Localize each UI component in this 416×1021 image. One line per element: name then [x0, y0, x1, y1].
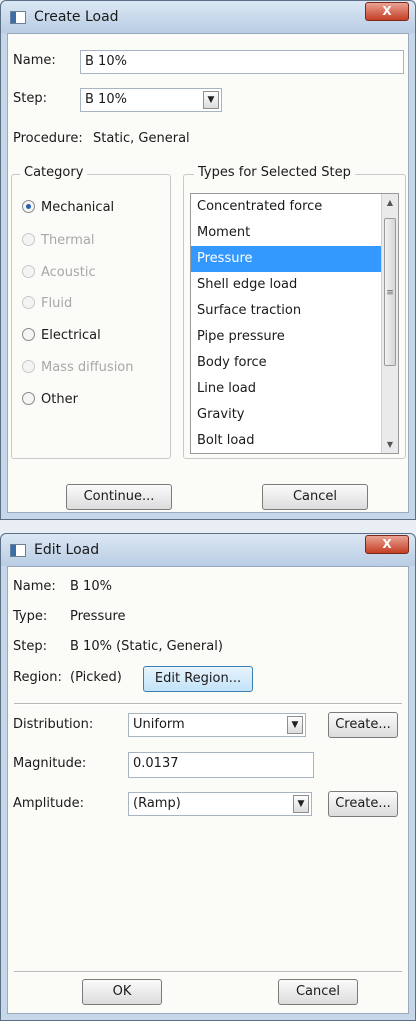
- edit-region-button[interactable]: Edit Region...: [143, 666, 253, 692]
- divider: [14, 703, 402, 705]
- radio-label: Thermal: [41, 233, 95, 248]
- create-amplitude-button[interactable]: Create...: [328, 791, 398, 817]
- list-item[interactable]: Gravity: [191, 402, 398, 428]
- category-group: Category Mechanical Thermal Acoustic Flu…: [11, 165, 171, 459]
- distribution-select[interactable]: Uniform ▼: [128, 713, 306, 737]
- cancel-button[interactable]: Cancel: [262, 484, 368, 510]
- edit-load-dialog: Edit Load X Name: B 10% Type: Pressure S…: [0, 533, 416, 1021]
- magnitude-label: Magnitude:: [13, 756, 87, 771]
- amplitude-select[interactable]: (Ramp) ▼: [128, 792, 312, 816]
- list-item[interactable]: Line load: [191, 376, 398, 402]
- scroll-up-icon[interactable]: ▲: [382, 194, 398, 211]
- list-item[interactable]: Shell edge load: [191, 272, 398, 298]
- type-label: Type:: [13, 609, 48, 624]
- ok-button[interactable]: OK: [82, 979, 162, 1005]
- radio-checked-icon: [22, 200, 35, 213]
- distribution-label: Distribution:: [13, 717, 94, 732]
- radio-label: Other: [41, 392, 78, 407]
- radio-label: Mechanical: [41, 200, 115, 215]
- radio-label: Acoustic: [41, 265, 96, 280]
- radio-label: Fluid: [41, 296, 73, 311]
- radio-acoustic: Acoustic: [22, 265, 96, 285]
- chevron-down-icon[interactable]: ▼: [293, 795, 309, 813]
- radio-mechanical[interactable]: Mechanical: [22, 200, 114, 220]
- radio-icon: [22, 233, 35, 246]
- magnitude-input[interactable]: 0.0137: [128, 752, 314, 778]
- list-item[interactable]: Pipe pressure: [191, 324, 398, 350]
- cancel-button[interactable]: Cancel: [278, 979, 358, 1005]
- types-group: Types for Selected Step Concentrated for…: [183, 165, 406, 459]
- list-item[interactable]: Concentrated force: [191, 194, 398, 220]
- scroll-thumb[interactable]: ≡: [384, 218, 396, 366]
- radio-mass-diffusion: Mass diffusion: [22, 360, 134, 380]
- list-item-selected[interactable]: Pressure: [191, 246, 381, 272]
- radio-icon: [22, 328, 35, 341]
- edit-load-title: Edit Load: [34, 542, 100, 558]
- chevron-down-icon[interactable]: ▼: [287, 716, 303, 734]
- name-label: Name:: [13, 53, 56, 68]
- list-item[interactable]: Bolt load: [191, 428, 398, 453]
- region-label: Region:: [13, 670, 62, 685]
- window-icon: [10, 544, 26, 557]
- create-distribution-button[interactable]: Create...: [328, 712, 398, 738]
- vertical-scrollbar[interactable]: ▲ ≡ ▼: [381, 194, 398, 453]
- procedure-label: Procedure:: [13, 131, 83, 146]
- name-value: B 10%: [70, 579, 112, 594]
- type-value: Pressure: [70, 609, 126, 624]
- radio-icon: [22, 360, 35, 373]
- radio-fluid: Fluid: [22, 296, 72, 316]
- radio-icon: [22, 265, 35, 278]
- radio-electrical[interactable]: Electrical: [22, 328, 101, 348]
- step-select-value: B 10%: [85, 92, 127, 107]
- procedure-value: Static, General: [93, 131, 190, 146]
- distribution-select-value: Uniform: [133, 717, 185, 732]
- create-load-content: Name: B 10% Step: B 10% ▼ Procedure: Sta…: [7, 33, 409, 513]
- list-item[interactable]: Moment: [191, 220, 398, 246]
- name-label: Name:: [13, 579, 56, 594]
- amplitude-label: Amplitude:: [13, 796, 84, 811]
- step-select[interactable]: B 10% ▼: [80, 88, 222, 112]
- step-label: Step:: [13, 639, 47, 654]
- edit-load-content: Name: B 10% Type: Pressure Step: B 10% (…: [7, 566, 409, 1014]
- list-item[interactable]: Surface traction: [191, 298, 398, 324]
- scroll-down-icon[interactable]: ▼: [382, 436, 398, 453]
- continue-button[interactable]: Continue...: [66, 484, 172, 510]
- region-value: (Picked): [70, 670, 122, 685]
- step-value: B 10% (Static, General): [70, 639, 223, 654]
- create-load-dialog: Create Load X Name: B 10% Step: B 10% ▼ …: [0, 0, 416, 520]
- close-button[interactable]: X: [365, 535, 409, 554]
- step-label: Step:: [13, 91, 47, 106]
- radio-other[interactable]: Other: [22, 392, 78, 412]
- create-load-titlebar[interactable]: Create Load X: [1, 1, 415, 33]
- edit-load-titlebar[interactable]: Edit Load X: [1, 534, 415, 566]
- name-input[interactable]: B 10%: [80, 50, 404, 74]
- radio-icon: [22, 392, 35, 405]
- types-listbox[interactable]: Concentrated force Moment Pressure Shell…: [190, 193, 399, 454]
- divider: [14, 971, 402, 973]
- category-group-title: Category: [20, 165, 88, 180]
- radio-thermal: Thermal: [22, 233, 95, 253]
- close-button[interactable]: X: [365, 2, 409, 21]
- radio-label: Electrical: [41, 328, 101, 343]
- list-item[interactable]: Body force: [191, 350, 398, 376]
- create-load-title: Create Load: [34, 9, 119, 25]
- amplitude-select-value: (Ramp): [133, 796, 181, 811]
- radio-icon: [22, 296, 35, 309]
- window-icon: [10, 11, 26, 24]
- chevron-down-icon[interactable]: ▼: [203, 91, 219, 109]
- types-group-title: Types for Selected Step: [194, 165, 355, 180]
- radio-label: Mass diffusion: [41, 360, 134, 375]
